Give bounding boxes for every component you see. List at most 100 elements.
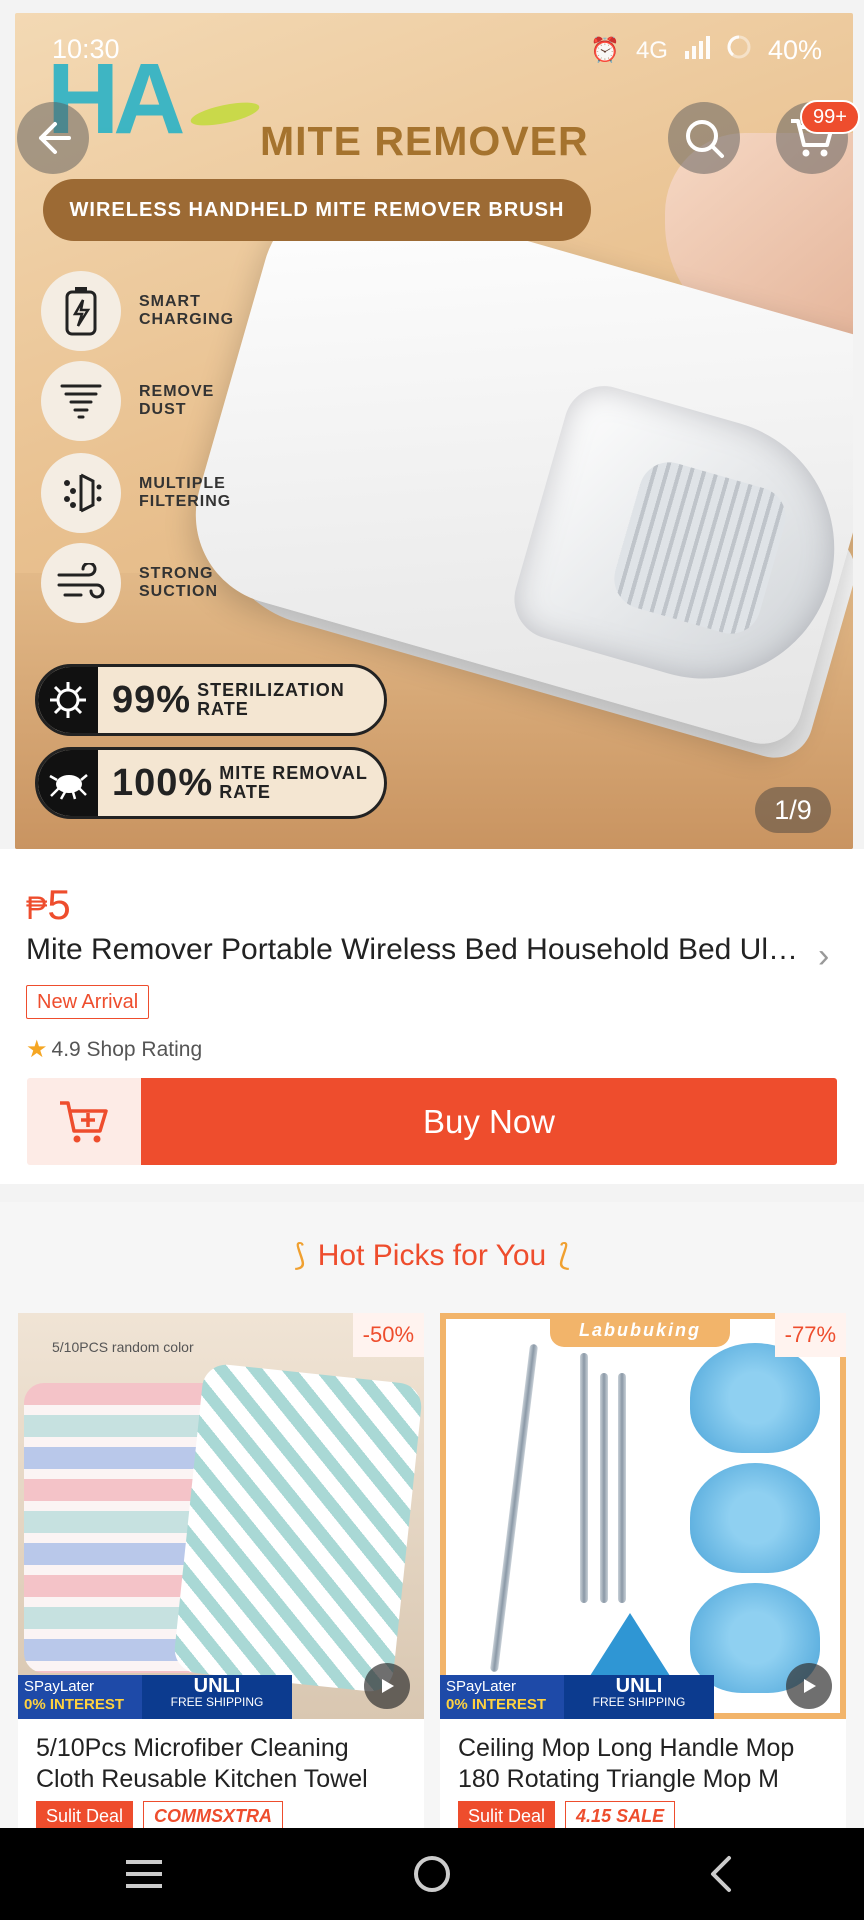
virus-icon [38,667,98,733]
add-to-cart-button[interactable] [27,1078,141,1165]
stat-label: STERILIZATION RATE [197,680,345,719]
promo-top: SPayLater [24,1678,95,1695]
mop-pole [618,1373,626,1603]
chevron-right-icon[interactable]: › [818,937,829,976]
stat-sterilization: 99% STERILIZATION RATE [35,664,387,736]
wind-icon [41,543,121,623]
feature-label: REMOVE DUST [139,383,215,418]
battery-icon [41,271,121,351]
feature-strong-suction: STRONG SUCTION [41,543,291,623]
tornado-icon [41,361,121,441]
purchase-actions: Buy Now [27,1078,837,1165]
product-card-title: 5/10Pcs Microfiber Cleaning Cloth Reusab… [36,1734,368,1793]
product-card-tags: Sulit Deal COMMSXTRA [36,1801,284,1831]
shop-brand-banner: Labubuking [550,1313,730,1347]
system-navigation-bar [0,1828,864,1920]
promo-banner: SPayLater 0% INTEREST UNLI FREE SHIPPING [18,1675,424,1719]
search-button[interactable] [668,102,740,174]
back-button[interactable] [17,102,89,174]
buy-now-button[interactable]: Buy Now [141,1078,837,1165]
promo-tag: COMMSXTRA [143,1801,284,1831]
ship-top: UNLI [193,1675,241,1697]
feature-multiple-filtering: MULTIPLE FILTERING [41,453,291,533]
ship-bottom: FREE SHIPPING [592,1695,686,1709]
product-info-panel: ₱5 Mite Remover Portable Wireless Bed Ho… [0,849,864,1184]
image-note: 5/10PCS random color [52,1339,194,1355]
hero-subtitle: WIRELESS HANDHELD MITE REMOVER BRUSH [43,179,591,241]
home-circle-icon [414,1856,450,1892]
stat-mite-removal: 100% MITE REMOVAL RATE [35,747,387,819]
alarm-icon: ⏰ [590,37,620,64]
stat-value: 100% [112,761,214,804]
hero-title: MITE REMOVER [260,118,589,164]
mop-pole [580,1353,588,1603]
stat-value: 99% [112,678,192,721]
filter-icon [41,453,121,533]
status-icons: ⏰ 4G 40% [590,34,822,67]
ship-top: UNLI [615,1675,663,1697]
ship-bottom: FREE SHIPPING [170,1695,264,1709]
system-back-button[interactable] [660,1844,780,1904]
battery-percent: 40% [767,35,822,65]
signal-icon [684,35,710,66]
hot-picks-title: Hot Picks for You [317,1239,547,1272]
recent-apps-button[interactable] [84,1844,204,1904]
back-arrow-icon [39,122,71,154]
play-video-icon[interactable] [364,1663,410,1709]
app-root: { "status_bar": {"time": "10:30", "batte… [0,0,864,1920]
towel-striped [172,1362,424,1694]
swirl-left-icon: ⟆ [294,1239,306,1272]
product-price: ₱5 [26,881,71,929]
promo-bottom: 0% INTEREST [24,1696,125,1713]
product-card-image: 5/10PCS random color -50% SPayLater 0% IN… [18,1313,424,1719]
feature-remove-dust: REMOVE DUST [41,361,291,441]
discount-badge: -77% [774,1313,846,1357]
hot-picks-section: ⟆ Hot Picks for You ⟅ 5/10PCS random color… [0,1202,864,1833]
mop-refill [690,1463,820,1573]
product-card-title: Ceiling Mop Long Handle Mop 180 Rotating… [458,1734,795,1793]
feature-label: SMART CHARGING [139,293,235,328]
swirl-right-icon: ⟅ [558,1239,570,1272]
free-shipping-badge: UNLI FREE SHIPPING [142,1675,292,1719]
status-bar: 10:30 ⏰ 4G 40% [0,0,864,76]
hot-picks-header: ⟆ Hot Picks for You ⟅ [0,1238,864,1273]
image-counter: 1/9 [755,787,831,833]
feature-label: MULTIPLE FILTERING [139,475,232,510]
add-to-cart-icon [60,1100,108,1142]
feature-smart-charging: SMART CHARGING [41,271,291,351]
product-card-image: Labubuking -77% SPayLater 0% INTEREST UNL… [440,1313,846,1719]
home-button[interactable] [372,1844,492,1904]
search-icon [686,120,724,158]
promo-banner: SPayLater 0% INTEREST UNLI FREE SHIPPING [440,1675,846,1719]
feature-label: STRONG SUCTION [139,565,218,600]
promo-top: SPayLater [446,1678,517,1695]
shop-rating: ★ 4.9 Shop Rating [26,1035,202,1064]
product-card-tags: Sulit Deal 4.15 SALE [458,1801,676,1831]
status-time: 10:30 [52,34,120,64]
cart-count-badge: 99+ [800,100,860,134]
star-icon: ★ [26,1036,48,1063]
product-card[interactable]: Labubuking -77% SPayLater 0% INTEREST UNL… [440,1313,846,1833]
currency-symbol: ₱ [26,890,48,926]
chevron-left-icon [711,1856,731,1892]
mite-icon [38,750,98,816]
price-value: 5 [47,881,71,928]
discount-badge: -50% [352,1313,424,1357]
promo-tag: 4.15 SALE [565,1801,676,1831]
product-name[interactable]: Mite Remover Portable Wireless Bed House… [26,933,806,967]
menu-icon [126,1860,162,1888]
play-video-icon[interactable] [786,1663,832,1709]
spaylater-badge: SPayLater 0% INTEREST [440,1675,564,1719]
product-card[interactable]: 5/10PCS random color -50% SPayLater 0% IN… [18,1313,424,1833]
spaylater-badge: SPayLater 0% INTEREST [18,1675,142,1719]
promo-bottom: 0% INTEREST [446,1696,547,1713]
free-shipping-badge: UNLI FREE SHIPPING [564,1675,714,1719]
mop-refill [690,1343,820,1453]
stat-label: MITE REMOVAL RATE [219,763,368,802]
sulit-deal-tag: Sulit Deal [458,1801,556,1831]
battery-status-icon [726,34,752,67]
sulit-deal-tag: Sulit Deal [36,1801,134,1831]
new-arrival-tag: New Arrival [26,985,150,1019]
mop-pole [600,1373,608,1603]
network-type-icon: 4G [635,36,668,64]
